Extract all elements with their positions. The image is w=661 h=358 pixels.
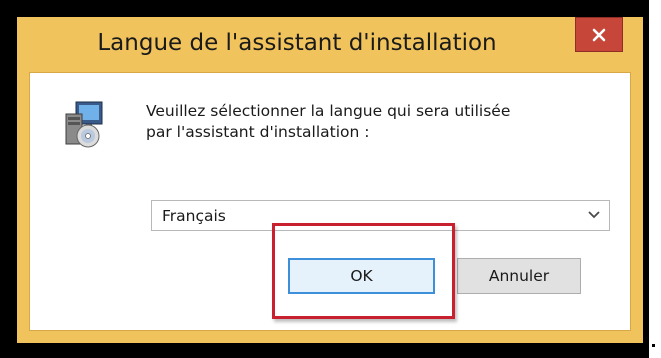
close-button[interactable] <box>575 17 623 52</box>
close-icon <box>592 28 606 41</box>
language-select-value: Français <box>162 207 226 225</box>
window-title: Langue de l'assistant d'installation <box>97 30 497 56</box>
prompt-line-2: par l'assistant d'installation : <box>146 123 370 141</box>
setup-installer-icon <box>65 101 103 148</box>
cancel-button[interactable]: Annuler <box>457 258 581 294</box>
chevron-down-icon <box>588 211 600 219</box>
cursor-marker <box>652 344 655 347</box>
language-prompt: Veuillez sélectionner la langue qui sera… <box>146 101 606 143</box>
prompt-line-1: Veuillez sélectionner la langue qui sera… <box>146 102 511 120</box>
ok-button[interactable]: OK <box>288 258 435 294</box>
language-select[interactable]: Français <box>151 200 610 231</box>
language-dialog: Langue de l'assistant d'installation Veu… <box>17 17 643 343</box>
title-bar[interactable]: Langue de l'assistant d'installation <box>17 17 643 72</box>
